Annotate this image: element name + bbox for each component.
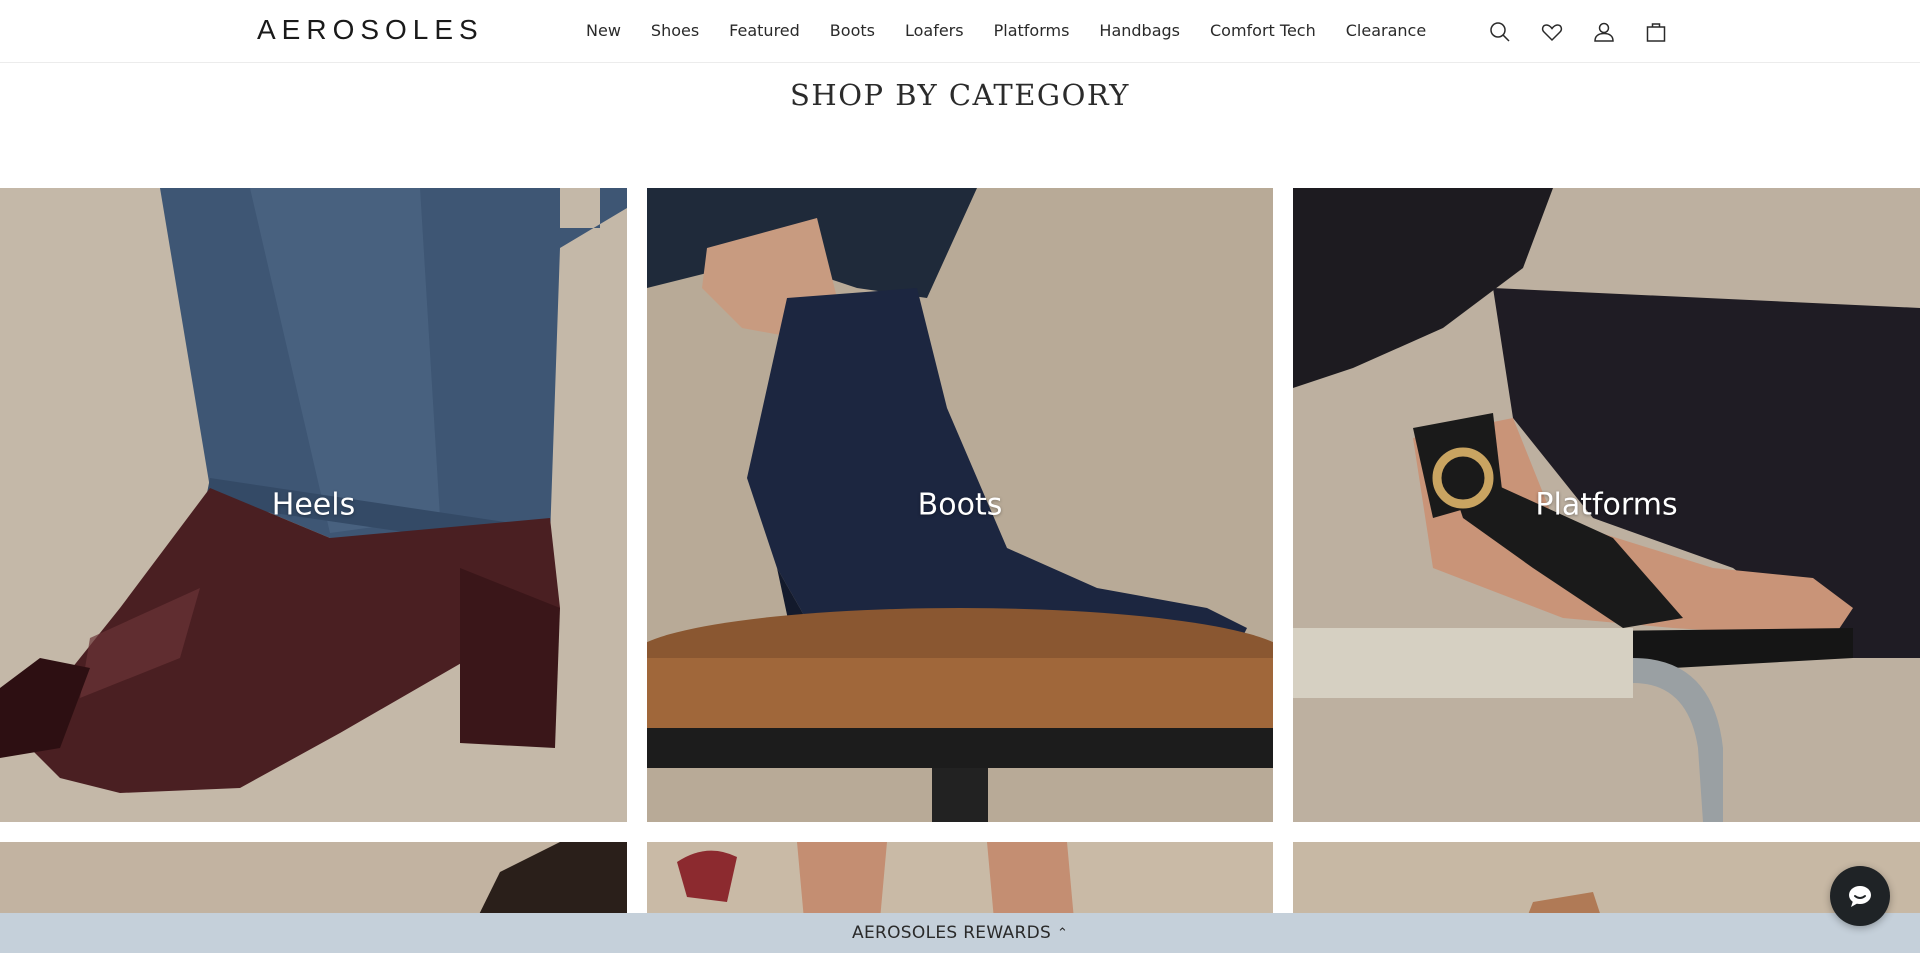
nav-new[interactable]: New (586, 21, 621, 40)
chat-icon (1849, 886, 1871, 907)
nav-comfort-tech[interactable]: Comfort Tech (1210, 21, 1316, 40)
rewards-bar[interactable]: AEROSOLES REWARDS ⌃ (0, 913, 1920, 953)
category-label-heels: Heels (271, 487, 356, 523)
nav-boots[interactable]: Boots (830, 21, 875, 40)
heart-icon[interactable] (1539, 19, 1565, 45)
section-title: SHOP BY CATEGORY (790, 78, 1130, 112)
chat-button[interactable] (1830, 866, 1890, 926)
nav-handbags[interactable]: Handbags (1099, 21, 1180, 40)
nav-shoes[interactable]: Shoes (651, 21, 699, 40)
category-label-boots: Boots (917, 487, 1003, 523)
site-logo[interactable]: AEROSOLES (257, 14, 484, 46)
main-nav: New Shoes Featured Boots Loafers Platfor… (586, 21, 1426, 40)
account-icon[interactable] (1591, 19, 1617, 45)
rewards-label: AEROSOLES REWARDS (852, 923, 1052, 943)
nav-loafers[interactable]: Loafers (905, 21, 964, 40)
bag-icon[interactable] (1643, 19, 1669, 45)
nav-platforms[interactable]: Platforms (994, 21, 1070, 40)
category-tile-platforms[interactable]: Platforms (1293, 188, 1920, 822)
chevron-up-icon: ⌃ (1057, 925, 1068, 941)
category-tile-boots[interactable]: Boots (647, 188, 1273, 822)
header-actions (1487, 19, 1669, 45)
category-tile-heels[interactable]: Heels (0, 188, 627, 822)
search-icon[interactable] (1487, 19, 1513, 45)
nav-clearance[interactable]: Clearance (1346, 21, 1426, 40)
nav-featured[interactable]: Featured (729, 21, 800, 40)
site-header: AEROSOLES New Shoes Featured Boots Loafe… (0, 0, 1920, 63)
category-label-platforms: Platforms (1535, 487, 1678, 523)
